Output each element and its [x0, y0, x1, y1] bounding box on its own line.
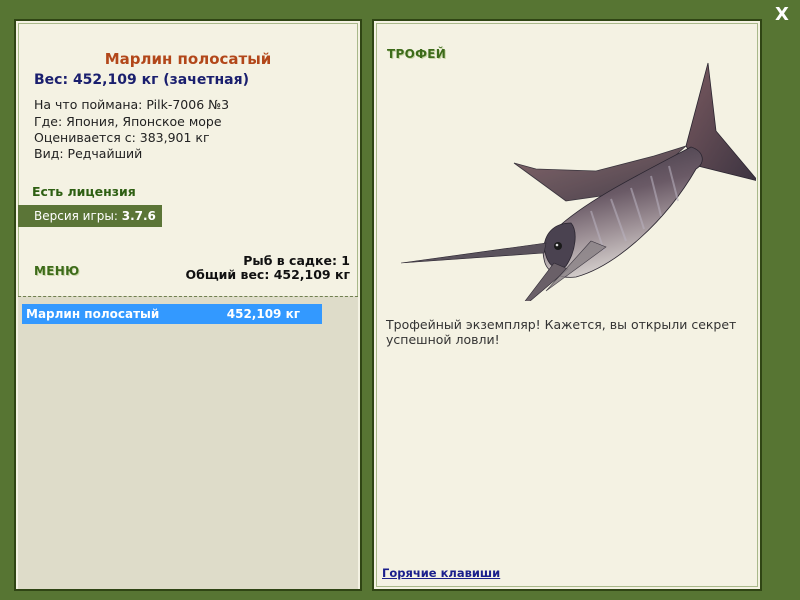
total-weight: Общий вес: 452,109 кг [185, 267, 351, 282]
fish-info-panel: Марлин полосатый Вес: 452,109 кг (зачетн… [14, 19, 362, 591]
cage-count: Рыб в садке: 1 [243, 253, 350, 268]
catch-list: Марлин полосатый 452,109 кг [18, 296, 358, 589]
hotkeys-link[interactable]: Горячие клавиши [382, 566, 500, 580]
version-value: 3.7.6 [121, 209, 156, 223]
info-kind: Вид: Редчайший [34, 146, 143, 161]
info-caught-with: На что поймана: Pilk-7006 №3 [34, 97, 230, 112]
catch-item-weight: 452,109 кг [226, 307, 300, 321]
version-label: Версия игры: [34, 209, 122, 223]
info-rated-from: Оценивается с: 383,901 кг [34, 130, 210, 145]
catch-list-item[interactable]: Марлин полосатый 452,109 кг [22, 304, 322, 324]
marlin-fish-icon [400, 62, 756, 301]
game-version: Версия игры: 3.7.6 [18, 205, 162, 227]
close-button[interactable]: X [770, 4, 794, 26]
menu-button[interactable]: МЕНЮ [34, 264, 79, 278]
fish-name: Марлин полосатый [104, 50, 272, 68]
license-status: Есть лицензия [32, 184, 136, 199]
info-location: Где: Япония, Японское море [34, 114, 222, 129]
catch-item-name: Марлин полосатый [26, 307, 160, 321]
trophy-description: Трофейный экземпляр! Кажется, вы открыли… [386, 317, 737, 347]
fish-weight: Вес: 452,109 кг (зачетная) [34, 72, 249, 88]
trophy-panel: ТРОФЕЙ Трофейный экземпляр! Кажется, вы … [372, 19, 762, 591]
